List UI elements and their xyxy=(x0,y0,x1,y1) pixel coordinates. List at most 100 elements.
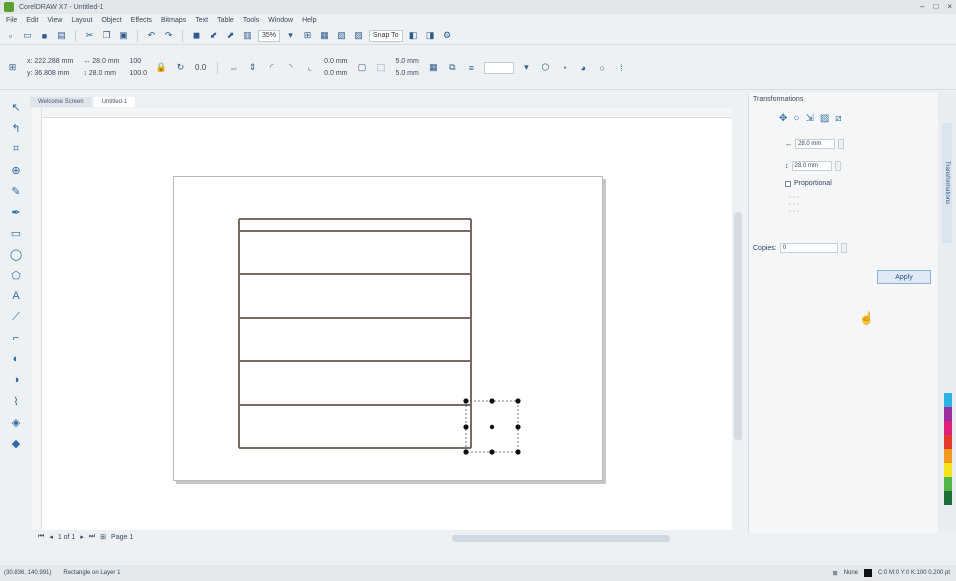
full-screen-icon[interactable]: ⊞ xyxy=(301,30,314,42)
rulers-icon[interactable]: ▦ xyxy=(318,30,331,42)
object-origin-icon[interactable]: ⊞ xyxy=(6,62,19,74)
position-icon[interactable]: ✥ xyxy=(779,113,787,124)
close-button[interactable]: × xyxy=(947,2,952,11)
drawing-layer[interactable] xyxy=(42,118,732,530)
copies-spinner[interactable] xyxy=(840,243,847,253)
vertical-scrollbar[interactable] xyxy=(734,212,742,440)
offset-2-field[interactable]: 5.0 mm xyxy=(394,69,421,79)
undo-icon[interactable]: ↶ xyxy=(145,30,158,42)
new-document-icon[interactable]: ▫ xyxy=(4,30,17,42)
rotation-icon[interactable]: ↻ xyxy=(174,62,187,74)
menu-layout[interactable]: Layout xyxy=(71,17,92,24)
cut-icon[interactable]: ✂ xyxy=(83,30,96,42)
handle-bottom-middle[interactable] xyxy=(489,449,495,455)
corner-radius-1-field[interactable]: 0.0 mm xyxy=(322,57,349,67)
handle-middle-right[interactable] xyxy=(515,424,521,430)
text-icon[interactable]: A xyxy=(7,288,25,304)
palette-swatch-dark-green[interactable] xyxy=(944,491,952,505)
corner-chamfer-icon[interactable]: ◟ xyxy=(303,62,316,74)
search-content-icon[interactable]: ◼ xyxy=(190,30,203,42)
blend-icon[interactable]: ◐ xyxy=(7,351,25,367)
corner-scallop-icon[interactable]: ◝ xyxy=(284,62,297,74)
scale-x-field[interactable]: 100 xyxy=(128,57,150,67)
outline-width-icon[interactable]: ≡ xyxy=(465,62,478,74)
menu-help[interactable]: Help xyxy=(302,17,316,24)
palette-swatch-magenta[interactable] xyxy=(944,421,952,435)
crop-icon[interactable]: ⌗ xyxy=(7,141,25,157)
weld-icon[interactable]: ◔ xyxy=(558,62,571,74)
connector-icon[interactable]: ⌐ xyxy=(7,330,25,346)
docker-height-input[interactable]: 28.0 mm xyxy=(791,161,832,171)
scale-mirror-icon[interactable]: ⇲ xyxy=(805,113,813,124)
menu-view[interactable]: View xyxy=(47,17,62,24)
menu-edit[interactable]: Edit xyxy=(26,17,38,24)
handle-bottom-left[interactable] xyxy=(463,449,469,455)
guidelines-icon[interactable]: ▨ xyxy=(352,30,365,42)
lock-ratio-icon[interactable]: 🔒 xyxy=(155,62,168,74)
menu-window[interactable]: Window xyxy=(268,17,293,24)
width-spinner[interactable] xyxy=(838,139,844,149)
options-icon[interactable]: ⚙ xyxy=(441,30,454,42)
horizontal-ruler[interactable] xyxy=(32,108,732,118)
edit-all-corners-icon[interactable]: ▢ xyxy=(356,62,369,74)
menu-text[interactable]: Text xyxy=(195,17,208,24)
palette-swatch-green[interactable] xyxy=(944,477,952,491)
menu-effects[interactable]: Effects xyxy=(131,17,152,24)
mirror-vertical-icon[interactable]: ⇕ xyxy=(246,62,259,74)
mirror-horizontal-icon[interactable]: ⇔ xyxy=(227,62,240,74)
apply-button[interactable]: Apply xyxy=(877,270,931,284)
transparency-icon[interactable]: ◑ xyxy=(7,372,25,388)
y-position-field[interactable]: y: 36.808 mm xyxy=(25,69,75,79)
drawing-canvas[interactable] xyxy=(42,118,732,530)
palette-swatch-yellow[interactable] xyxy=(944,463,952,477)
anchor-point-grid[interactable]: ◦ ◦ ◦ ◦ ◦ ◦ ◦ ◦ ◦ xyxy=(789,195,799,216)
zoom-level-combo[interactable]: 35% xyxy=(258,29,281,42)
outline-width-combo[interactable] xyxy=(483,61,514,74)
minimize-button[interactable]: – xyxy=(920,2,924,11)
x-position-field[interactable]: x: 222.288 mm xyxy=(25,57,75,67)
redo-icon[interactable]: ↷ xyxy=(162,30,175,42)
menu-file[interactable]: File xyxy=(6,17,17,24)
size-icon[interactable]: ▨ xyxy=(820,113,829,124)
handle-top-right[interactable] xyxy=(515,398,521,404)
first-page-icon[interactable]: ⏮ xyxy=(38,533,44,541)
publish-pdf-icon[interactable]: ▥ xyxy=(241,30,254,42)
palette-swatch-orange[interactable] xyxy=(944,449,952,463)
to-front-icon[interactable]: ⧉ xyxy=(446,62,459,74)
width-field[interactable]: ↔ 28.0 mm xyxy=(81,57,121,67)
tab-untitled-1[interactable]: Untitled-1 xyxy=(93,97,136,107)
chevron-down-icon[interactable]: ▾ xyxy=(520,62,533,74)
scale-corners-icon[interactable]: ⬚ xyxy=(375,62,388,74)
transformations-docker-tab[interactable]: Transformations xyxy=(942,123,952,243)
docker-width-input[interactable]: 28.0 mm xyxy=(795,139,835,149)
chevron-down-icon[interactable]: ▾ xyxy=(284,30,297,42)
handle-center[interactable] xyxy=(489,424,495,430)
palette-swatch-cyan[interactable] xyxy=(944,393,952,407)
height-field[interactable]: ↕ 28.0 mm xyxy=(81,69,121,79)
vertical-ruler[interactable] xyxy=(32,108,42,530)
copy-icon[interactable]: ❐ xyxy=(100,30,113,42)
welcome-screen-icon[interactable]: ◧ xyxy=(407,30,420,42)
page-tab[interactable]: Page 1 xyxy=(111,534,133,541)
maximize-button[interactable]: □ xyxy=(933,2,938,11)
scale-y-field[interactable]: 100.0 xyxy=(128,69,150,79)
horizontal-scrollbar[interactable] xyxy=(452,535,670,542)
height-spinner[interactable] xyxy=(834,161,841,171)
polygon-icon[interactable]: ⬠ xyxy=(7,267,25,283)
tab-welcome-screen[interactable]: Welcome Screen xyxy=(30,97,92,107)
offset-1-field[interactable]: 5.0 mm xyxy=(394,57,421,67)
next-page-icon[interactable]: ▸ xyxy=(80,533,84,541)
palette-swatch-purple[interactable] xyxy=(944,407,952,421)
proportional-checkbox[interactable] xyxy=(785,180,791,187)
corner-radius-2-field[interactable]: 0.0 mm xyxy=(322,69,349,79)
last-page-icon[interactable]: ⏭ xyxy=(89,533,95,541)
handle-top-left[interactable] xyxy=(463,398,469,404)
menu-tools[interactable]: Tools xyxy=(243,17,259,24)
rotate-icon[interactable]: ○ xyxy=(793,113,799,124)
snap-to-combo[interactable]: Snap To xyxy=(369,29,403,42)
interactive-fill-icon[interactable]: ◈ xyxy=(7,414,25,430)
intersect-icon[interactable]: ○ xyxy=(596,62,609,74)
pointer-icon[interactable]: ↖ xyxy=(7,99,25,115)
import-icon[interactable]: ⬋ xyxy=(207,30,220,42)
wrap-text-icon[interactable]: ▦ xyxy=(427,62,440,74)
